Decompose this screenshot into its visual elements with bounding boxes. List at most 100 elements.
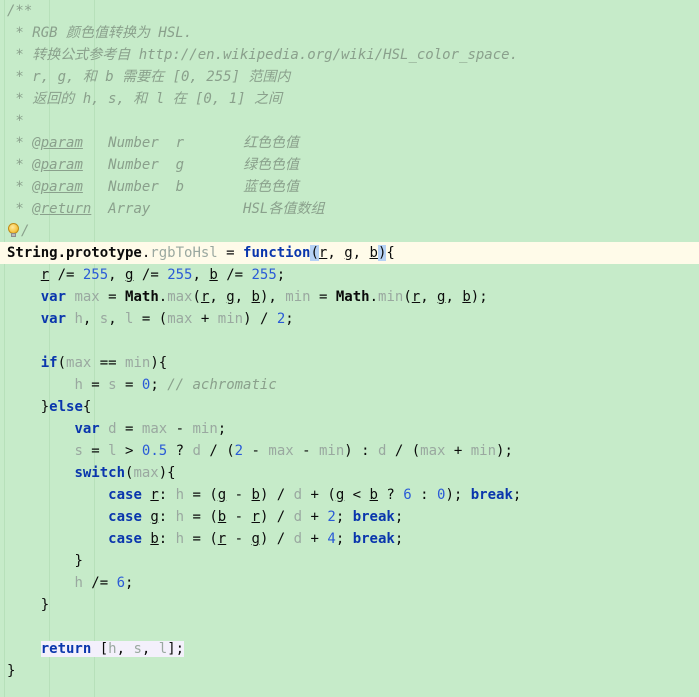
- doc-return-desc: HSL各值数组: [243, 201, 325, 217]
- local-var-max: max: [420, 443, 446, 459]
- local-var-min: min: [125, 355, 151, 371]
- param-b: b: [462, 289, 471, 305]
- param-b: b: [251, 487, 260, 503]
- doc-param-name-g: g: [175, 157, 185, 173]
- param-b: b: [209, 267, 218, 283]
- code-line-9[interactable]: * @param Number b 蓝色色值: [0, 176, 699, 198]
- local-var-d: d: [108, 421, 117, 437]
- local-var-max: max: [133, 465, 159, 481]
- local-var-d: d: [293, 487, 303, 503]
- closing-brace-function: }: [7, 663, 16, 679]
- code-line-29-blank[interactable]: [0, 616, 699, 638]
- line-comment-achromatic: // achromatic: [167, 377, 277, 393]
- code-line-4[interactable]: * r, g, 和 b 需要在 [0, 255] 范围内: [0, 66, 699, 88]
- code-line-31[interactable]: }: [0, 660, 699, 682]
- local-var-min: min: [217, 311, 244, 327]
- keyword-case: case: [108, 531, 142, 547]
- doc-url-link[interactable]: http://en.wikipedia.org/wiki/HSL_color_s…: [139, 47, 518, 63]
- code-line-5[interactable]: * 返回的 h, s, 和 l 在 [0, 1] 之间: [0, 88, 699, 110]
- code-line-12[interactable]: String.prototype.rgbToHsl = function(r, …: [0, 242, 699, 264]
- code-line-10[interactable]: * @return Array HSL各值数组: [0, 198, 699, 220]
- code-line-8[interactable]: * @param Number g 绿色色值: [0, 154, 699, 176]
- param-g: g: [344, 245, 353, 261]
- code-line-23[interactable]: case r: h = (g - b) / d + (g < b ? 6 : 0…: [0, 484, 699, 506]
- param-r: r: [217, 531, 227, 547]
- code-line-25[interactable]: case b: h = (r - g) / d + 4; break;: [0, 528, 699, 550]
- doc-text-range: r, g, 和 b 需要在 [0, 255] 范围内: [23, 69, 291, 85]
- code-line-7[interactable]: * @param Number r 红色色值: [0, 132, 699, 154]
- local-var-max: max: [141, 421, 168, 437]
- code-line-16-blank[interactable]: [0, 330, 699, 352]
- param-g: g: [217, 487, 227, 503]
- param-b: b: [150, 531, 159, 547]
- local-var-h: h: [175, 531, 185, 547]
- code-line-24[interactable]: case g: h = (b - r) / d + 2; break;: [0, 506, 699, 528]
- code-line-13[interactable]: r /= 255, g /= 255, b /= 255;: [0, 264, 699, 286]
- doc-comment-close: /: [21, 223, 30, 239]
- lightbulb-icon[interactable]: [7, 223, 20, 238]
- number-6: 6: [403, 487, 412, 503]
- code-line-21[interactable]: s = l > 0.5 ? d / (2 - max - min) : d / …: [0, 440, 699, 462]
- param-b: b: [217, 509, 227, 525]
- local-var-min: min: [285, 289, 311, 305]
- keyword-var: var: [40, 289, 67, 305]
- code-line-17[interactable]: if(max == min){: [0, 352, 699, 374]
- code-line-11[interactable]: /: [0, 220, 699, 242]
- code-line-20[interactable]: var d = max - min;: [0, 418, 699, 440]
- doc-star: *: [7, 47, 24, 63]
- number-255: 255: [251, 267, 277, 283]
- keyword-break: break: [470, 487, 513, 503]
- param-g: g: [150, 509, 159, 525]
- doc-param-desc-g: 绿色色值: [243, 157, 300, 173]
- number-255: 255: [167, 267, 193, 283]
- param-r: r: [251, 509, 260, 525]
- doc-star: *: [7, 157, 24, 173]
- code-line-1[interactable]: /**: [0, 0, 699, 22]
- code-line-15[interactable]: var h, s, l = (max + min) / 2;: [0, 308, 699, 330]
- param-g: g: [226, 289, 235, 305]
- number-2: 2: [234, 443, 244, 459]
- keyword-return: return: [40, 641, 92, 657]
- code-line-26[interactable]: }: [0, 550, 699, 572]
- local-var-l: l: [158, 641, 168, 657]
- object-math: Math: [335, 289, 370, 305]
- doc-param-type: Number: [108, 179, 159, 195]
- code-line-22[interactable]: switch(max){: [0, 462, 699, 484]
- local-var-h: h: [175, 509, 185, 525]
- code-line-2[interactable]: * RGB 颜色值转换为 HSL.: [0, 22, 699, 44]
- param-g: g: [335, 487, 345, 503]
- method-max: max: [167, 289, 193, 305]
- code-line-27[interactable]: h /= 6;: [0, 572, 699, 594]
- doc-tag-param: @param: [32, 179, 83, 195]
- local-var-max: max: [74, 289, 100, 305]
- object-string-prototype: String.prototype: [7, 245, 142, 261]
- doc-star: *: [7, 135, 24, 151]
- method-min: min: [378, 289, 404, 305]
- code-content[interactable]: /** * RGB 颜色值转换为 HSL. * 转换公式参考自 http://e…: [0, 0, 699, 682]
- doc-star: *: [7, 201, 24, 217]
- code-line-19[interactable]: }else{: [0, 396, 699, 418]
- local-var-min: min: [192, 421, 218, 437]
- keyword-else: else: [49, 399, 83, 415]
- code-line-14[interactable]: var max = Math.max(r, g, b), min = Math.…: [0, 286, 699, 308]
- param-b: b: [369, 487, 378, 503]
- keyword-break: break: [352, 509, 395, 525]
- param-g: g: [251, 531, 260, 547]
- local-var-s: s: [133, 641, 142, 657]
- code-editor[interactable]: /** * RGB 颜色值转换为 HSL. * 转换公式参考自 http://e…: [0, 0, 699, 697]
- object-math: Math: [125, 289, 159, 305]
- doc-param-desc-r: 红色色值: [243, 135, 300, 151]
- code-line-30[interactable]: return [h, s, l];: [0, 638, 699, 660]
- doc-text-summary: RGB 颜色值转换为 HSL.: [23, 25, 193, 41]
- code-line-3[interactable]: * 转换公式参考自 http://en.wikipedia.org/wiki/H…: [0, 44, 699, 66]
- keyword-break: break: [352, 531, 395, 547]
- number-255: 255: [82, 267, 109, 283]
- code-line-18[interactable]: h = s = 0; // achromatic: [0, 374, 699, 396]
- local-var-h: h: [74, 377, 83, 393]
- code-line-28[interactable]: }: [0, 594, 699, 616]
- param-r: r: [411, 289, 421, 305]
- local-var-h: h: [74, 575, 83, 591]
- doc-star: *: [7, 69, 24, 85]
- code-line-6[interactable]: *: [0, 110, 699, 132]
- doc-param-type: Number: [108, 157, 159, 173]
